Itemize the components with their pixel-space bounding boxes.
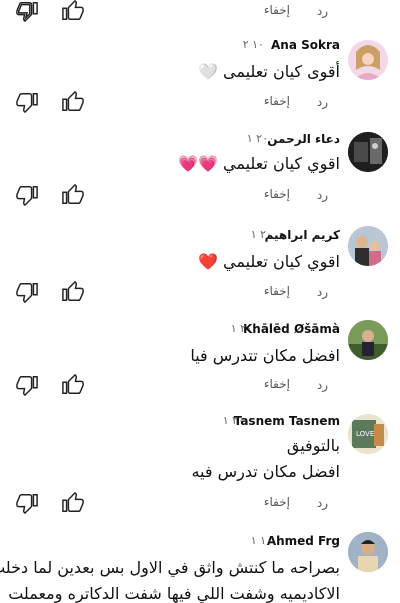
avatar[interactable] — [348, 532, 388, 572]
timestamp: ٢٠ ١ — [230, 322, 252, 335]
author-name[interactable]: كريم ابراهيم — [265, 228, 340, 242]
comment-text-line-1: بالتوفيق — [286, 436, 340, 455]
reply-button[interactable]: رد — [317, 378, 328, 392]
comment: Ahmed Frg ١٠ ١ بصراحه ما كنتش واثق في ال… — [0, 530, 400, 603]
hide-button[interactable]: إخفاء — [264, 284, 290, 298]
like-icon[interactable] — [62, 374, 84, 396]
comment-text-line-1: بصراحه ما كنتش واثق في الاول بس بعدين لم… — [0, 558, 340, 577]
reply-button[interactable]: رد — [317, 4, 328, 18]
dislike-icon[interactable] — [16, 281, 38, 303]
hide-button[interactable]: إخفاء — [264, 94, 290, 108]
author-name[interactable]: Khālēd Øšāmà — [243, 322, 340, 336]
dislike-icon[interactable] — [16, 0, 38, 22]
like-icon[interactable] — [62, 0, 84, 22]
reply-button[interactable]: رد — [317, 496, 328, 510]
author-name[interactable]: Tasnem Tasnem — [234, 414, 340, 428]
avatar[interactable] — [348, 226, 388, 266]
like-icon[interactable] — [62, 281, 84, 303]
dislike-icon[interactable] — [16, 492, 38, 514]
author-name[interactable]: Ahmed Frg — [267, 534, 340, 548]
timestamp: ٢٠ ١ — [250, 228, 272, 241]
comment-text-line-2: افضل مكان تدرس فيه — [191, 462, 340, 481]
avatar[interactable] — [348, 40, 388, 80]
comment-text-line-2: الاكاديميه وشفت اللي فيها شفت الدكاتره و… — [8, 584, 340, 603]
comment-actions: إخفاء رد — [0, 184, 400, 208]
hide-button[interactable]: إخفاء — [264, 377, 290, 391]
svg-text:LOVE: LOVE — [356, 430, 374, 438]
dislike-icon[interactable] — [16, 374, 38, 396]
comment-text: افضل مكان تتدرس فيا — [190, 346, 340, 365]
comment-actions-top: إخفاء رد — [0, 0, 400, 24]
like-icon[interactable] — [62, 184, 84, 206]
comment-text: اقوي كيان تعليمي ❤️ — [197, 252, 340, 271]
timestamp: ١٠ ١ — [250, 534, 272, 547]
timestamp: ١٠ ٢ — [242, 38, 264, 51]
comment-actions: إخفاء رد — [0, 374, 400, 398]
comment-text: اقوي كيان تعليمي 💗💗 — [178, 154, 340, 173]
comment-actions: إخفاء رد — [0, 91, 400, 115]
avatar[interactable] — [348, 320, 388, 360]
avatar[interactable] — [348, 132, 388, 172]
reply-button[interactable]: رد — [317, 188, 328, 202]
like-icon[interactable] — [62, 91, 84, 113]
timestamp: ٢٠ ١ — [222, 414, 244, 427]
avatar[interactable]: LOVE — [348, 414, 388, 454]
author-name[interactable]: Ana Sokra — [271, 38, 340, 52]
comment-actions: إخفاء رد — [0, 281, 400, 305]
hide-button[interactable]: إخفاء — [264, 187, 290, 201]
hide-button[interactable]: إخفاء — [264, 495, 290, 509]
like-icon[interactable] — [62, 492, 84, 514]
comment-text: أقوى كيان تعليمى 🤍 — [197, 62, 340, 81]
author-name[interactable]: دعاء الرحمن — [267, 132, 340, 146]
reply-button[interactable]: رد — [317, 285, 328, 299]
dislike-icon[interactable] — [16, 184, 38, 206]
timestamp: ٢٠ ١ — [246, 132, 268, 145]
dislike-icon[interactable] — [16, 91, 38, 113]
hide-button[interactable]: إخفاء — [264, 3, 290, 17]
reply-button[interactable]: رد — [317, 95, 328, 109]
comment-actions: إخفاء رد — [0, 492, 400, 516]
